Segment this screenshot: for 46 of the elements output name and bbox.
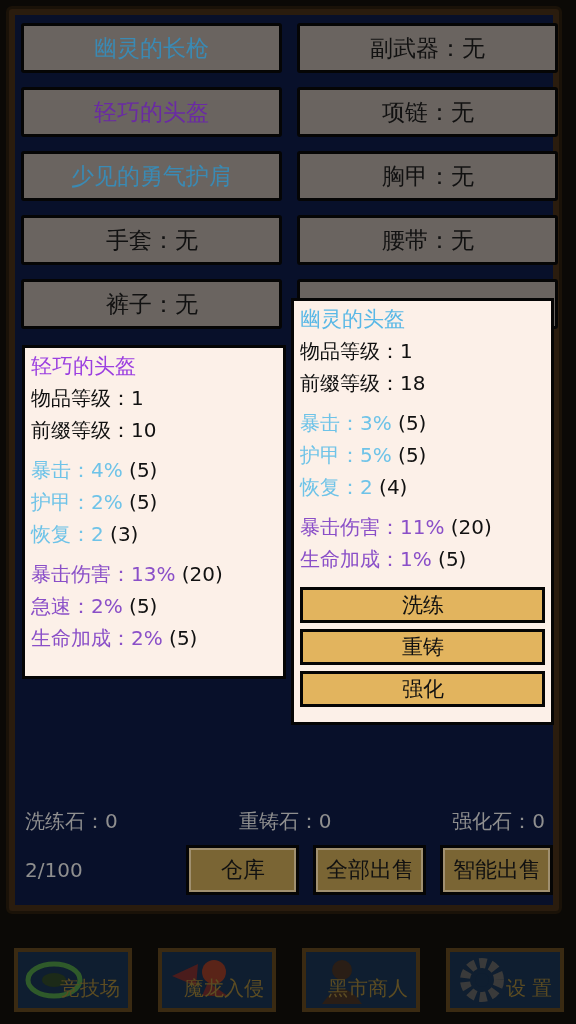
stat-line: 暴击伤害：13% (20): [31, 561, 224, 588]
prefix-level: 前缀等级：10: [31, 417, 158, 444]
equipment-slot[interactable]: 副武器：无: [297, 23, 558, 73]
stat-line: 暴击伤害：11% (20): [300, 514, 493, 541]
slot-label: 少见的勇气护肩: [71, 161, 232, 191]
equipment-slot[interactable]: 项链：无: [297, 87, 558, 137]
equipment-slot[interactable]: 腰带：无: [297, 215, 558, 265]
slot-label: 腰带：无: [381, 225, 474, 255]
stone-count: 重铸石：0: [238, 808, 332, 835]
bag-button[interactable]: 智能出售: [440, 845, 553, 895]
item-name: 轻巧的头盔: [31, 353, 137, 380]
nav-button[interactable]: 竞技场: [14, 948, 132, 1012]
equipment-slot[interactable]: 裤子：无: [21, 279, 282, 329]
stat-line: 护甲：5% (5): [300, 442, 428, 469]
slot-label: 轻巧的头盔: [94, 97, 209, 127]
stat-line: 恢复：2 (3): [31, 521, 140, 548]
stat-line: 暴击：4% (5): [31, 457, 159, 484]
stone-count: 强化石：0: [452, 808, 545, 835]
slot-label: 副武器：无: [370, 33, 485, 63]
stat-line: 暴击：3% (5): [300, 410, 428, 437]
nav-button[interactable]: 魔龙入侵: [158, 948, 276, 1012]
prefix-level: 前缀等级：18: [300, 370, 427, 397]
bag-button[interactable]: 全部出售: [313, 845, 426, 895]
stone-count: 洗练石：0: [25, 808, 118, 835]
stat-line: 急速：2% (5): [31, 593, 159, 620]
action-button[interactable]: 强化: [300, 671, 545, 707]
equipment-slot[interactable]: 胸甲：无: [297, 151, 558, 201]
stat-line: 生命加成：1% (5): [300, 546, 468, 573]
equipment-slot[interactable]: 手套：无: [21, 215, 282, 265]
stat-line: 生命加成：2% (5): [31, 625, 199, 652]
bag-count: 2/100: [25, 858, 84, 882]
nav-button[interactable]: 黑市商人: [302, 948, 420, 1012]
stat-line: 恢复：2 (4): [300, 474, 409, 501]
item-level: 物品等级：1: [31, 385, 145, 412]
action-button[interactable]: 重铸: [300, 629, 545, 665]
stat-line: 护甲：2% (5): [31, 489, 159, 516]
slot-label: 裤子：无: [105, 289, 198, 319]
slot-label: 幽灵的长枪: [94, 33, 209, 63]
slot-label: 胸甲：无: [381, 161, 474, 191]
bag-button[interactable]: 仓库: [186, 845, 299, 895]
slot-label: 项链：无: [381, 97, 474, 127]
item-level: 物品等级：1: [300, 338, 414, 365]
action-button[interactable]: 洗练: [300, 587, 545, 623]
nav-button[interactable]: 设 置: [446, 948, 564, 1012]
slot-label: 手套：无: [105, 225, 198, 255]
item-name: 幽灵的头盔: [300, 306, 406, 333]
